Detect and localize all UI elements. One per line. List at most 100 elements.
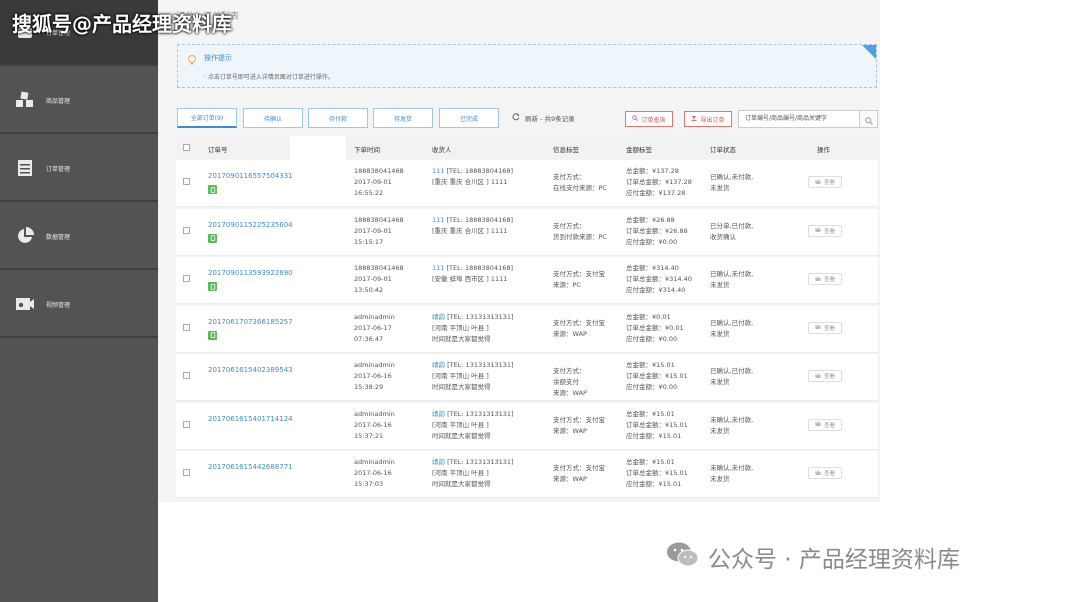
info-tag-cell: 支付方式：支付宝 来源：WAP [553,318,605,340]
payable-amount: 应付金额：¥15.01 [626,431,682,440]
watermark-top: 搜狐号@产品经理资料库 [12,12,232,36]
order-time-cell: adminadmin 2017-06-16 15:37:03 [354,457,395,490]
refresh-icon [512,113,520,123]
sidebar-item-video[interactable]: 视频管理 [0,272,158,338]
order-date: 2017-06-16 [354,372,392,380]
payment-source: 在线支付来源：PC [553,184,607,192]
payment-extra: 来源：WAP [553,389,587,397]
row-checkbox[interactable] [183,323,190,331]
order-time-cell: 188838041468 2017-09-01 13:50:42 [354,263,404,296]
order-user: 188838041468 [354,264,404,272]
search-submit-button[interactable] [860,110,878,128]
row-checkbox[interactable] [183,372,190,379]
table-row: 2017090116557504331 188838041468 2017-09-0… [176,160,878,207]
list-icon [14,157,36,179]
status-line-2: 未发货 [710,378,730,386]
recipient-cell: 靖韵 [TEL: 13131313131] [河南 平顶山 叶县 ] 时间就是大家都… [432,457,514,490]
tab-to-ship[interactable]: 待发货 [373,108,433,128]
payment-method: 支付方式：支付宝 [553,464,605,472]
recipient-cell: 111 [TEL: 18883804168] [安徽 蚌埠 西市区 ] 1111 [432,263,513,285]
row-checkbox[interactable] [183,178,190,185]
recipient-name[interactable]: 靖韵 [432,361,445,369]
tips-text: · 点击订单号即可进入详情页面对订单进行操作。 [204,74,334,81]
tab-to-pay[interactable]: 待付款 [308,108,368,128]
sidebar-item-products[interactable]: 商品管理 [0,68,158,134]
payment-method: 支付方式： [553,221,586,230]
order-number-link[interactable]: 2017090115225235604 [208,221,293,229]
export-orders-button[interactable]: 导出订单 [684,111,732,127]
order-time-cell: adminadmin 2017-06-16 15:37:21 [354,409,395,442]
column-header: 下单时间 [354,146,380,154]
recipient-name[interactable]: 靖韵 [432,313,445,321]
crown-icon [814,324,821,331]
status-line-1: 未确认,未付款, [710,415,754,424]
status-line-2: 未发货 [710,184,730,192]
recipient-name[interactable]: 111 [432,167,444,175]
row-checkbox[interactable] [183,469,190,476]
payable-amount: 应付金额：¥0.00 [626,334,678,343]
order-user: adminadmin [354,361,395,369]
status-line-1: 已确认,已付款, [710,318,754,327]
row-checkbox[interactable] [183,420,190,428]
recipient-address: [河南 平顶山 叶县 ] [432,420,489,429]
view-label: 查看 [823,422,835,429]
tab-completed[interactable]: 已完成 [439,108,499,128]
view-button[interactable]: 查看 [808,370,842,382]
recipient-name[interactable]: 靖韵 [432,410,445,418]
tab-all-orders[interactable]: 全部订单(9) [177,108,237,128]
total-amount: 总金额：¥15.01 [626,409,675,418]
view-button[interactable]: 查看 [808,273,842,285]
order-number-link[interactable]: 2017090116557504331 [208,172,293,180]
status-line-1: 已确认,未付款, [710,173,754,181]
refresh-label: 刷新 - 共9条记录 [525,115,575,123]
row-checkbox[interactable] [183,226,190,234]
select-all-checkbox[interactable] [183,144,190,151]
search-input[interactable]: 订单编号/商品编号/商品关键字 [738,110,860,128]
view-button[interactable]: 查看 [808,176,842,188]
order-number-link[interactable]: 2017090113593922690 [208,269,293,277]
search-orders-button[interactable]: 订单查询 [625,111,673,127]
collapse-corner-icon[interactable] [862,45,876,59]
table-row: 2017090113593922690 188838041468 2017-09-0… [176,257,878,304]
order-number-link[interactable]: 2017061615442688771 [208,463,293,471]
mobile-order-badge-icon [208,282,217,291]
order-total-amount: 订单总金额：¥0.01 [626,323,684,332]
order-number-link[interactable]: 2017061615402389543 [208,366,293,374]
row-checkbox[interactable] [183,275,190,282]
crown-icon [814,469,821,477]
recipient-name[interactable]: 111 [432,264,444,272]
order-user: adminadmin [354,409,395,418]
recipient-phone: [TEL: 13131313131] [445,361,514,369]
tips-title: 操作提示 [204,54,232,62]
order-clock: 16:55:22 [354,189,384,197]
search-icon [864,110,873,129]
order-clock: 15:37:03 [354,480,384,488]
recipient-name[interactable]: 111 [432,216,444,224]
mobile-order-badge-icon [208,330,217,340]
recipient-phone: [TEL: 13131313131] [445,312,514,321]
sidebar-item-orders[interactable]: 订单管理 [0,136,158,202]
sidebar-item-data[interactable]: 数据管理 [0,204,158,270]
order-number-link[interactable]: 2017061615401714124 [208,415,293,423]
sidebar-item-label: 商品管理 [46,97,71,105]
recipient-address: [安徽 蚌埠 西市区 ] 1111 [432,275,508,283]
view-button[interactable]: 查看 [808,321,842,334]
payment-source: 来源：WAP [553,475,587,483]
refresh-button[interactable]: 刷新 - 共9条记录 [512,113,575,123]
status-cell: 已确认,未付款, 未发货 [710,172,753,194]
mobile-order-badge-icon [208,233,217,243]
view-button[interactable]: 查看 [808,418,842,431]
view-button[interactable]: 查看 [808,467,842,479]
amount-cell: 总金额：¥15.01 订单总金额：¥15.01 应付金额：¥0.00 [626,360,688,393]
tab-to-confirm[interactable]: 待确认 [243,108,303,128]
view-label: 查看 [823,277,835,283]
payable-amount: 应付金额：¥0.00 [626,237,678,246]
table-header: 订单号 下单时间 收货人 信息标签 金额标签 订单状态 操作 [176,138,878,160]
view-button[interactable]: 查看 [808,224,842,237]
column-header: 订单状态 [710,146,736,154]
amount-cell: 总金额：¥0.01 订单总金额：¥0.01 应付金额：¥0.00 [626,312,684,345]
view-label: 查看 [823,228,835,235]
recipient-cell: 靖韵 [TEL: 13131313131] [河南 平顶山 叶县 ] 时间就是大家都… [432,312,514,345]
recipient-name[interactable]: 靖韵 [432,458,445,466]
order-number-link[interactable]: 2017061707366185257 [208,318,293,326]
